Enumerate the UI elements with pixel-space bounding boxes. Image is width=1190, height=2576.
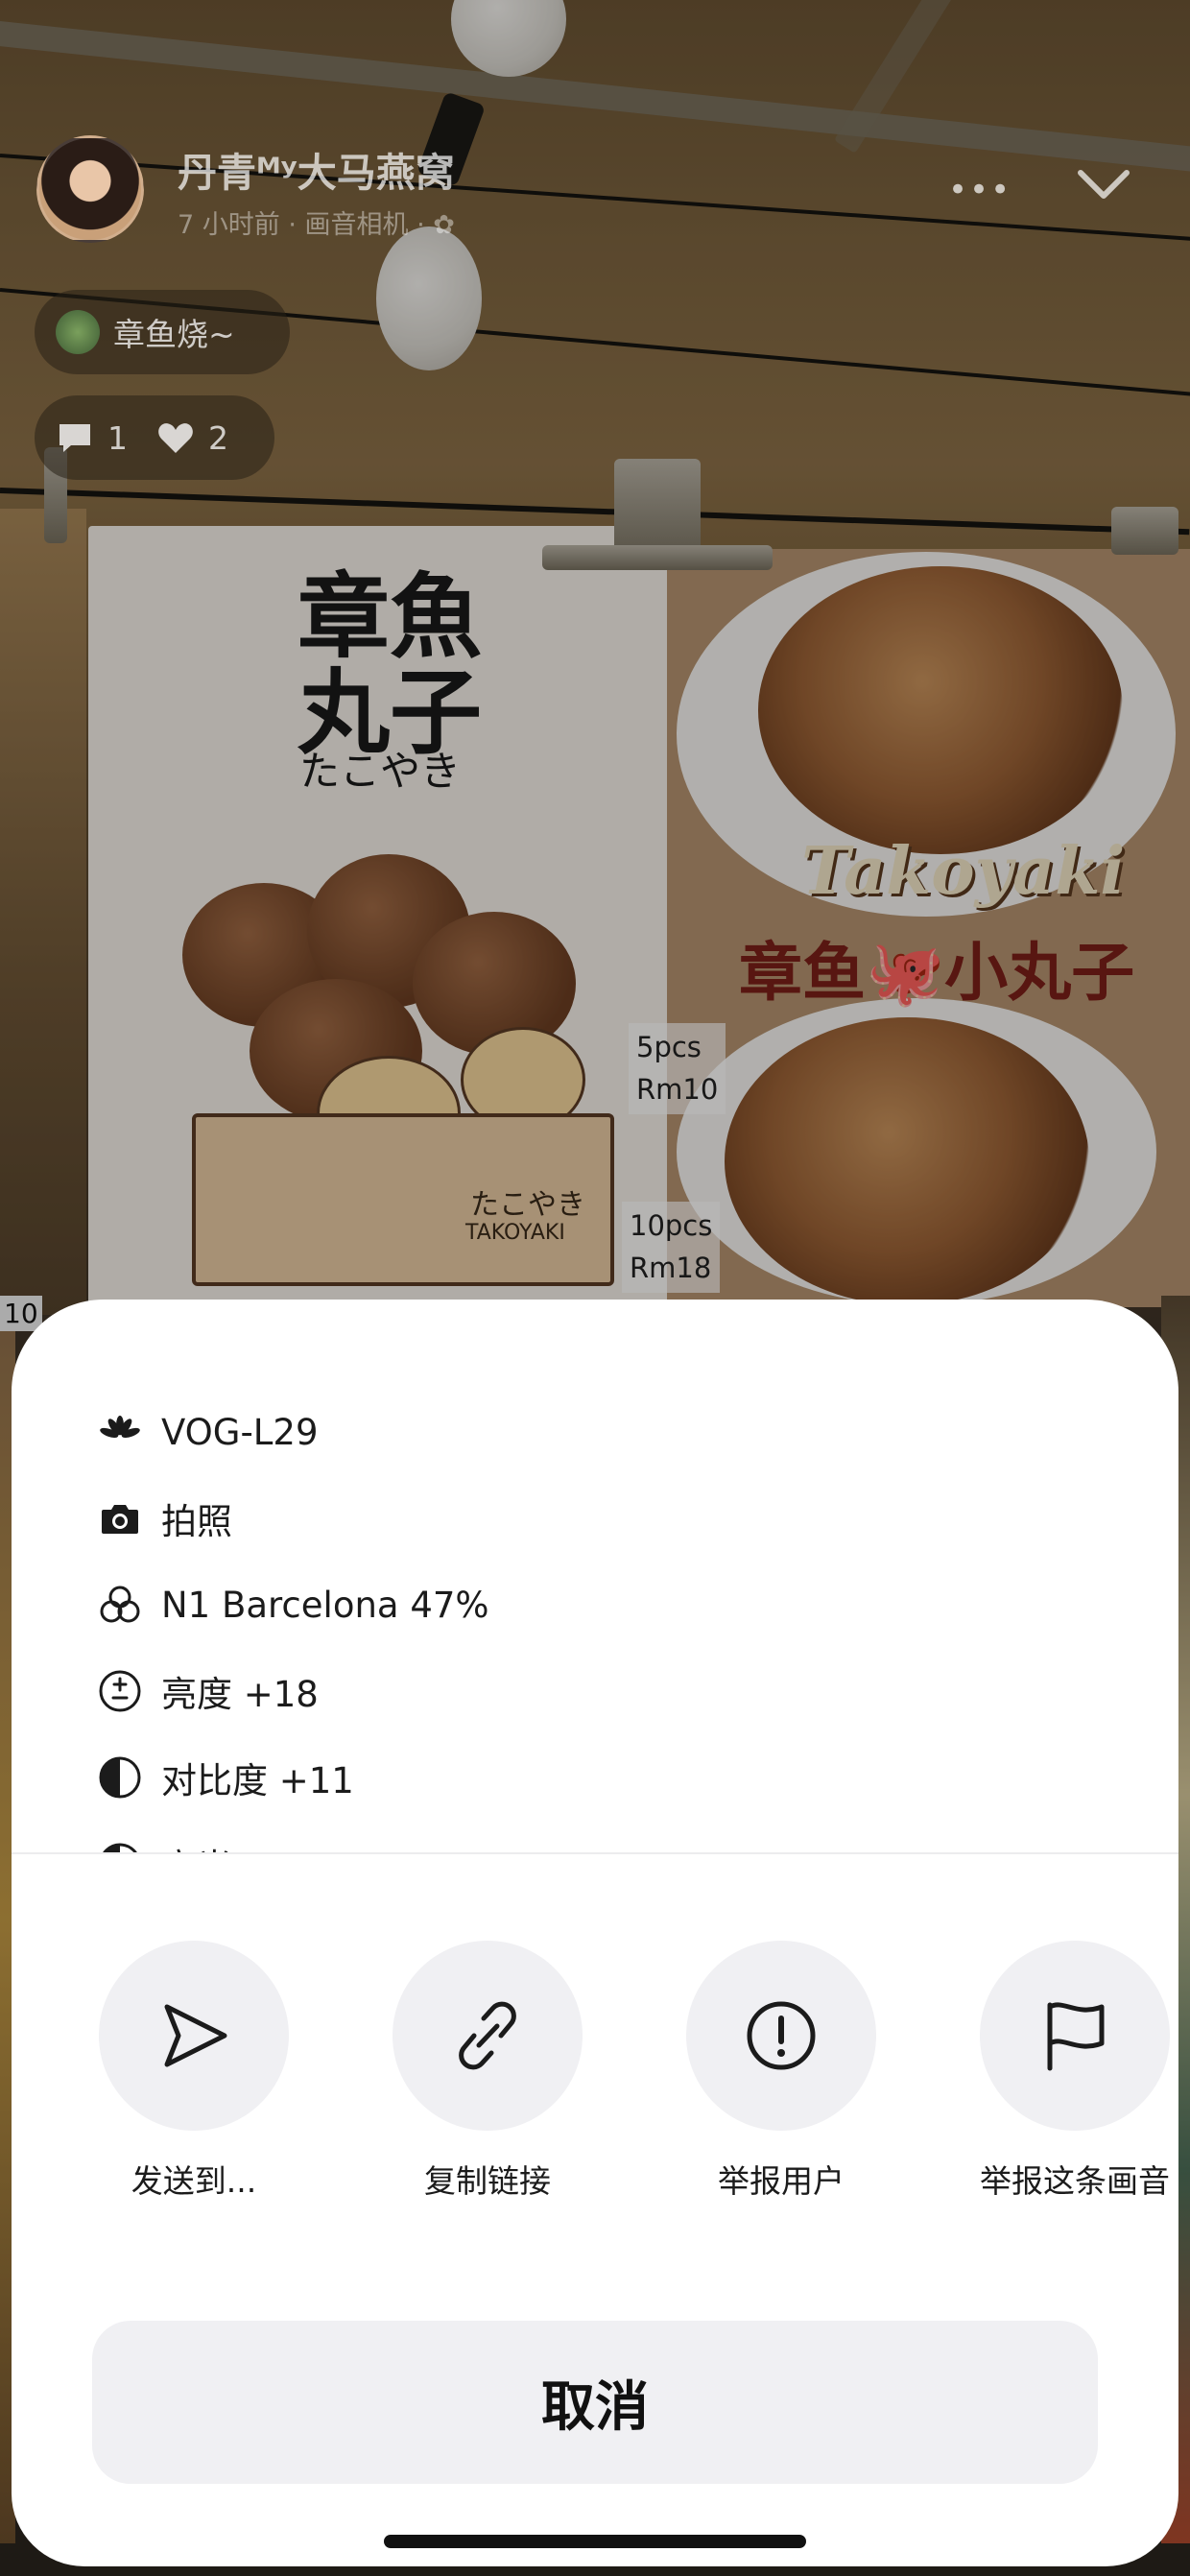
contrast-icon	[96, 1753, 144, 1801]
heart-icon	[158, 423, 193, 453]
info-text: 亮度 +18	[161, 1674, 319, 1715]
post-meta-text: 7 小时前 · 画音相机 ·	[178, 210, 425, 240]
info-row-mode: 拍照	[96, 1490, 232, 1547]
report-icon	[747, 2001, 816, 2070]
comment-icon	[60, 424, 90, 452]
action-label: 复制链接	[424, 2162, 551, 2200]
huawei-logo-icon	[96, 1408, 144, 1456]
info-text: 拍照	[161, 1501, 232, 1542]
info-row-brightness: 亮度 +18	[96, 1662, 319, 1720]
info-text: 高光 +28	[161, 1838, 319, 1852]
info-row-contrast: 对比度 +11	[96, 1749, 354, 1806]
huawei-small-icon: ✿	[433, 210, 455, 240]
filter-icon	[96, 1581, 144, 1629]
flag-icon	[1047, 2002, 1105, 2071]
info-row-device: VOG-L29	[96, 1403, 319, 1461]
divider	[12, 1852, 1178, 1854]
copy-link-button[interactable]: 复制链接	[382, 1941, 593, 2202]
engagement-stats[interactable]: 1 2	[35, 395, 274, 480]
info-text: VOG-L29	[161, 1411, 319, 1453]
like-stat[interactable]: 2	[156, 419, 228, 457]
action-label: 举报用户	[718, 2162, 845, 2200]
chevron-down-icon[interactable]	[1075, 165, 1132, 203]
action-circle[interactable]	[99, 1941, 289, 2131]
link-icon	[459, 2001, 516, 2070]
tag-thumbnail	[56, 310, 100, 354]
info-row-highlight: 高光 +28	[96, 1835, 319, 1852]
action-circle[interactable]	[980, 1941, 1170, 2131]
send-to-button[interactable]: 发送到...	[88, 1941, 299, 2202]
post-meta: 7 小时前 · 画音相机 · ✿	[178, 203, 455, 241]
comment-count: 1	[107, 418, 128, 457]
info-row-filter: N1 Barcelona 47%	[96, 1576, 489, 1634]
photo-info-list[interactable]: VOG-L29 拍照 N1 Barcelona 47% 亮度 +18 对比度 +…	[12, 1300, 1178, 1852]
info-text: N1 Barcelona 47%	[161, 1584, 489, 1626]
action-circle[interactable]	[393, 1941, 583, 2131]
info-text: 对比度 +11	[161, 1760, 354, 1801]
cancel-button[interactable]: 取消	[92, 2321, 1098, 2484]
send-icon	[164, 2004, 227, 2067]
comment-stat[interactable]: 1	[56, 419, 128, 457]
share-sheet: VOG-L29 拍照 N1 Barcelona 47% 亮度 +18 对比度 +…	[12, 1300, 1178, 2566]
like-count: 2	[208, 418, 228, 457]
camera-icon	[96, 1494, 144, 1542]
highlight-icon	[96, 1840, 144, 1852]
avatar[interactable]	[36, 135, 144, 243]
report-user-button[interactable]: 举报用户	[676, 1941, 887, 2202]
username[interactable]: 丹青ᴹʸ大马燕窝	[178, 140, 455, 198]
report-post-button[interactable]: 举报这条画音	[969, 1941, 1178, 2202]
more-icon[interactable]: •••	[948, 171, 1012, 209]
action-circle[interactable]	[686, 1941, 876, 2131]
action-label: 举报这条画音	[980, 2162, 1170, 2200]
action-label: 发送到...	[131, 2162, 257, 2200]
tag-label: 章鱼烧~	[113, 316, 235, 353]
exposure-icon	[96, 1667, 144, 1715]
location-tag[interactable]: 章鱼烧~	[35, 290, 290, 374]
home-indicator[interactable]	[384, 2535, 806, 2548]
